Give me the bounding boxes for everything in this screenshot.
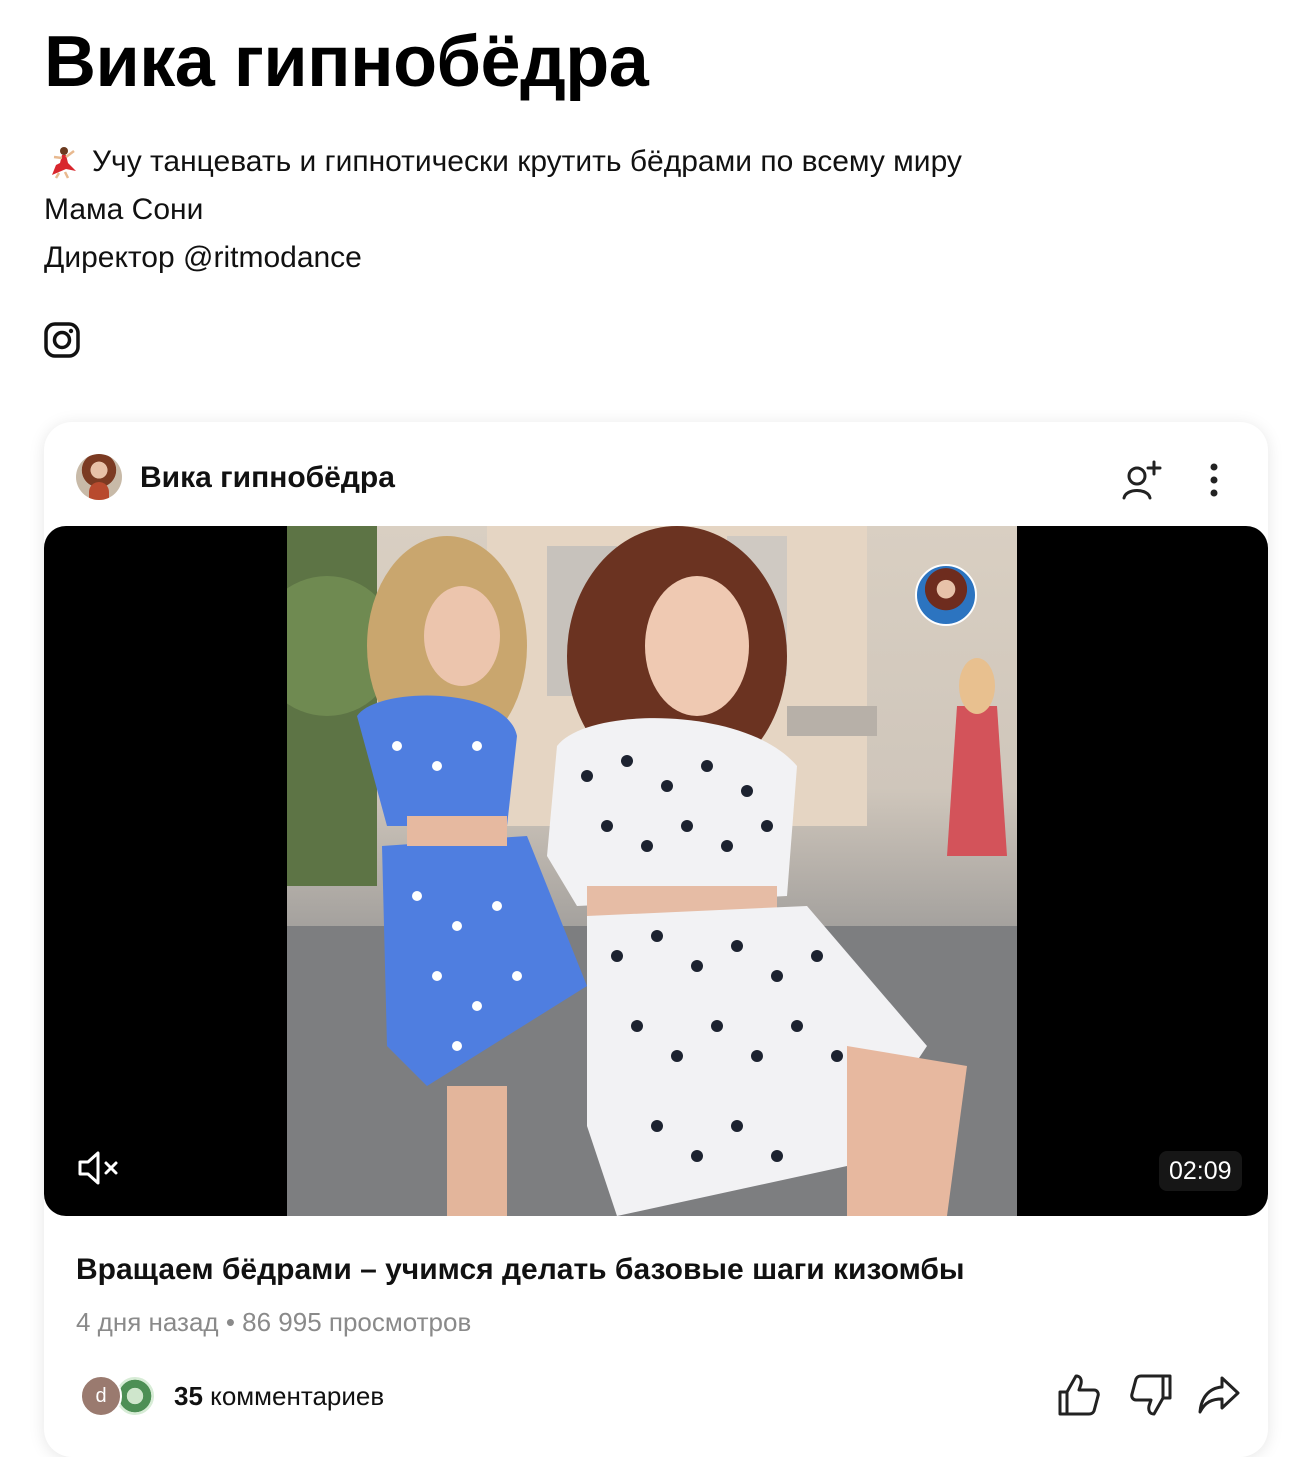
card-header: Вика гипнобёдра <box>44 422 1268 526</box>
bio-line: Учу танцевать и гипнотически крутить бёд… <box>44 138 962 186</box>
channel-name[interactable]: Вика гипнобёдра <box>140 458 395 498</box>
bio-line: Директор @ritmodance <box>44 241 362 274</box>
comments-label: комментариев <box>210 1380 385 1411</box>
profile-name: Вика гипнобёдра <box>44 22 649 102</box>
like-icon[interactable] <box>1056 1372 1102 1418</box>
comments-count: 35 комментариев <box>174 1381 384 1412</box>
video-frame[interactable] <box>287 526 1017 1216</box>
channel-avatar[interactable] <box>76 454 122 500</box>
comments-button[interactable]: d 35 комментариев <box>80 1374 384 1418</box>
channel-watermark-avatar <box>915 564 977 626</box>
video-title[interactable]: Вращаем бёдрами – учимся делать базовые … <box>76 1250 965 1290</box>
profile-bio: Учу танцевать и гипнотически крутить бёд… <box>44 138 962 282</box>
video-card: Вика гипнобёдра 02:09 Вращаем бёдрами – … <box>44 422 1268 1457</box>
more-vertical-icon[interactable] <box>1192 458 1236 502</box>
dislike-icon[interactable] <box>1128 1372 1174 1418</box>
bio-line: Мама Сони <box>44 193 204 226</box>
bio-text: Учу танцевать и гипнотически крутить бёд… <box>92 145 962 178</box>
subscribe-icon[interactable] <box>1120 458 1164 502</box>
video-player[interactable]: 02:09 <box>44 526 1268 1216</box>
comments-number: 35 <box>174 1380 203 1411</box>
video-duration: 02:09 <box>1159 1151 1242 1191</box>
dancer-emoji-icon <box>44 145 78 179</box>
instagram-icon[interactable] <box>44 322 80 358</box>
channel-page: Вика гипнобёдра Учу танцевать и гипнотич… <box>0 0 1312 1457</box>
share-icon[interactable] <box>1196 1372 1242 1418</box>
mute-icon[interactable] <box>76 1150 122 1186</box>
commenter-avatar: d <box>80 1375 122 1417</box>
video-meta: 4 дня назад • 86 995 просмотров <box>76 1307 472 1337</box>
